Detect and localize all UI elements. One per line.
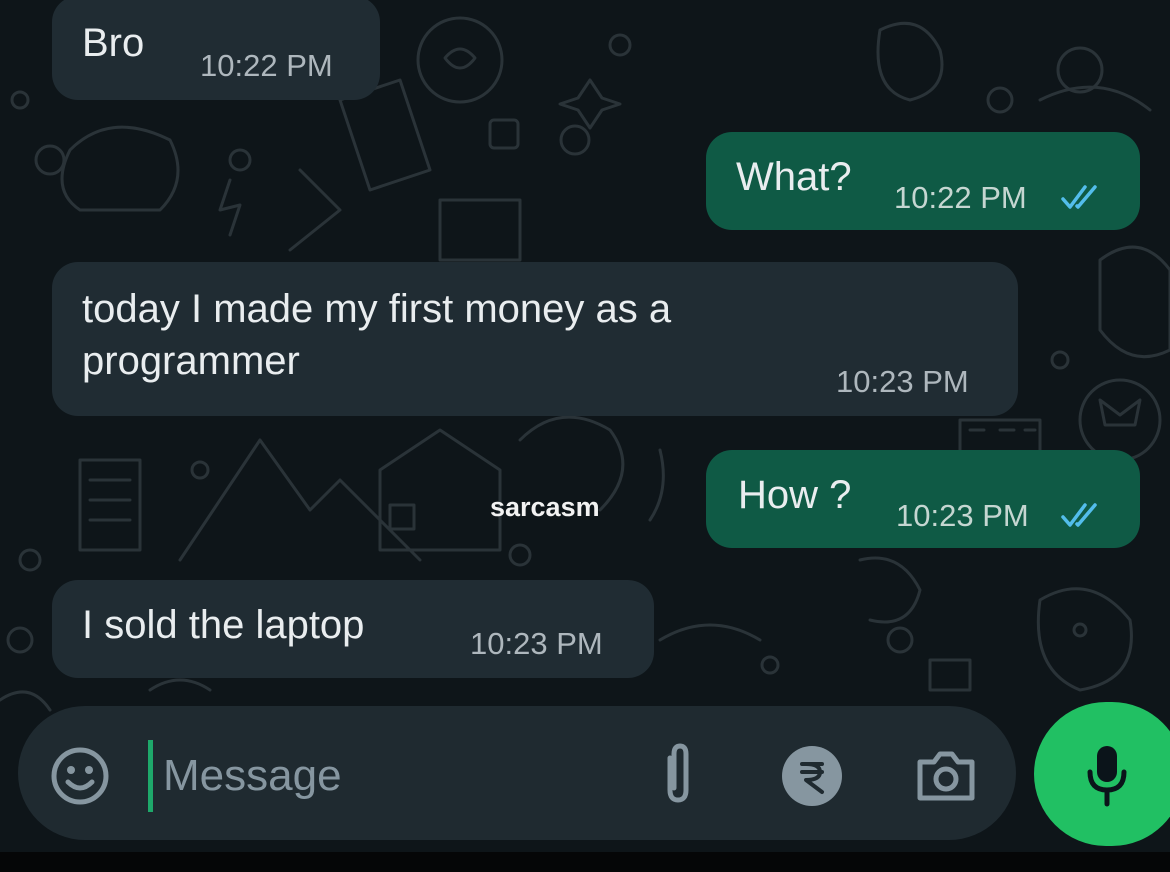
double-check-icon [1061,185,1097,209]
outgoing-message-bubble[interactable]: What? 10:22 PM [706,132,1140,230]
bottom-edge [0,852,1170,872]
incoming-message-bubble[interactable]: I sold the laptop 10:23 PM [52,580,654,678]
outgoing-message-bubble[interactable]: How ? 10:23 PM [706,450,1140,548]
incoming-message-bubble[interactable]: Bro 10:22 PM [52,0,380,100]
attach-icon[interactable] [658,740,698,810]
message-input[interactable] [148,740,645,812]
message-text: I sold the laptop [82,603,365,647]
camera-icon[interactable] [914,748,978,804]
message-text: How ? [738,473,852,517]
message-text: What? [736,155,852,199]
rupee-payment-icon[interactable] [780,744,844,808]
message-timestamp: 10:23 PM [836,364,969,399]
chat-screen: Bro 10:22 PM What? 10:22 PM today I made… [0,0,1170,872]
emoji-icon[interactable] [48,744,112,808]
message-text-line-2: programmer [82,339,300,383]
microphone-icon [1087,746,1127,807]
message-timestamp: 10:23 PM [470,626,603,661]
message-timestamp: 10:23 PM [896,498,1029,533]
message-text-line-1: today I made my first money as a [82,287,672,331]
message-timestamp: 10:22 PM [894,180,1027,215]
message-timestamp: 10:22 PM [200,48,333,83]
watermark-caption: sarcasm [490,492,600,522]
incoming-message-bubble[interactable]: today I made my first money as a program… [52,262,1018,416]
message-text: Bro [82,21,145,65]
double-check-icon [1061,503,1097,527]
microphone-button[interactable] [1034,702,1170,846]
